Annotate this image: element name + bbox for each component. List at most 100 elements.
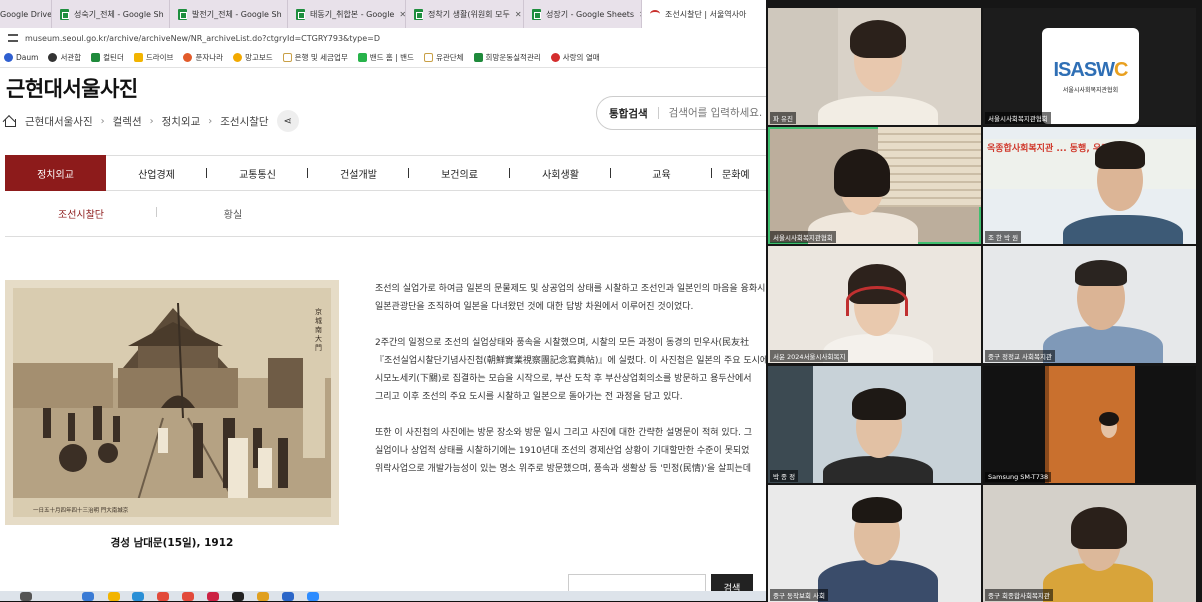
bookmark-label: 은행 및 세금업무 xyxy=(294,53,348,62)
tab-label: 조선시찰단 | 서울역사아 xyxy=(665,9,747,19)
video-tile[interactable]: 옥종합사회복지관 ... 동행, 우리 조 한 박 원 xyxy=(983,127,1196,244)
zoom-icon[interactable] xyxy=(307,592,319,601)
site-icon xyxy=(183,53,193,62)
nav-item-construction[interactable]: 건설개발 xyxy=(308,155,409,191)
folder-icon xyxy=(423,53,433,62)
participant-name: 조 한 박 원 xyxy=(985,231,1022,243)
home-icon[interactable] xyxy=(4,115,17,127)
band-icon xyxy=(357,53,367,62)
sheets-icon xyxy=(296,8,305,20)
tab-sheet[interactable]: 성숙기_전체 - Google Sh ✕ xyxy=(52,0,170,28)
participant-name: 서울시사회복지관협회 xyxy=(985,112,1051,124)
taskbar-app-icon[interactable] xyxy=(257,592,269,601)
chevron-right-icon: › xyxy=(100,115,105,127)
bookmark-item[interactable]: 유관단체 xyxy=(423,52,464,63)
bookmark-item[interactable]: 드라이브 xyxy=(133,52,173,63)
tab-sheet[interactable]: 정착기 생활(위원회 모두 ✕ xyxy=(406,0,524,28)
search-input[interactable] xyxy=(668,107,766,119)
archive-photo[interactable]: 京城南大門 一日五十月四年四十三治明 門大南城京 xyxy=(5,280,339,525)
breadcrumb: 근현대서울사진 › 컬렉션 › 정치외교 › 조선시찰단 ⋖ xyxy=(4,110,299,132)
taskbar-app-icon[interactable] xyxy=(132,592,144,601)
close-icon[interactable]: ✕ xyxy=(515,10,522,19)
breadcrumb-item[interactable]: 컬렉션 xyxy=(113,114,142,129)
photo-image: 京城南大門 一日五十月四年四十三治明 門大南城京 xyxy=(13,288,331,517)
video-tile[interactable]: Samsung SM-T738 xyxy=(983,366,1196,483)
taskbar-app-icon[interactable] xyxy=(282,592,294,601)
bookmark-item[interactable]: 희망운동실적관리 xyxy=(473,52,541,63)
breadcrumb-item[interactable]: 정치외교 xyxy=(162,114,201,129)
video-tile[interactable]: 박 종 정 xyxy=(768,366,981,483)
tab-sheet[interactable]: 태동기_취합본 - Google ✕ xyxy=(288,0,406,28)
chevron-right-icon: › xyxy=(149,115,154,127)
video-tile[interactable]: 중구 정정교 사회복지관 xyxy=(983,246,1196,363)
tab-label: Google Drive xyxy=(0,9,52,19)
tab-sheet[interactable]: 성장기 - Google Sheets ✕ xyxy=(524,0,642,28)
subnav-item-imperial[interactable]: 황실 xyxy=(157,206,309,221)
participant-name: 파 유진 xyxy=(770,112,797,124)
taskbar-app-icon[interactable] xyxy=(108,592,120,601)
bookmark-item[interactable]: 밴드 홈 | 밴드 xyxy=(357,52,414,63)
tab-active[interactable]: 조선시찰단 | 서울역사아 xyxy=(642,0,766,28)
participant-name: 중구 정정교 사회복지관 xyxy=(985,350,1055,362)
video-tile-active-speaker[interactable]: 서울시사회복지관협회 xyxy=(768,127,981,244)
sheets-icon xyxy=(178,8,187,20)
sheets-icon xyxy=(532,8,541,20)
site-info-icon[interactable] xyxy=(8,34,18,42)
nav-item-transport[interactable]: 교통통신 xyxy=(207,155,308,191)
bookmark-item[interactable]: Daum xyxy=(4,53,38,62)
bookmark-label: Daum xyxy=(16,53,39,62)
page-title[interactable]: 근현대서울사진 xyxy=(6,73,138,103)
taskbar-app-icon[interactable] xyxy=(207,592,219,601)
bookmark-label: 푼자나라 xyxy=(195,53,224,62)
photo-side-text: 京城南大門 xyxy=(315,308,322,352)
nav-item-culture[interactable]: 문화예 xyxy=(712,155,762,191)
video-tile[interactable]: ISASWC 서울시사회복지관협회 서울시사회복지관협회 xyxy=(983,8,1196,125)
chevron-right-icon: › xyxy=(208,115,213,127)
article-line: 2주간의 일정으로 조선의 실업상태와 풍속을 시찰했으며, 시찰의 모든 과정… xyxy=(375,338,750,348)
search-label: 통합검색 xyxy=(609,107,648,120)
breadcrumb-item[interactable]: 근현대서울사진 xyxy=(25,114,93,129)
bookmark-label: 망고보드 xyxy=(245,53,273,62)
video-tile[interactable]: 중구 회종합사회복지관 xyxy=(983,485,1196,602)
url-text[interactable]: museum.seoul.go.kr/archive/archiveNew/NR… xyxy=(25,34,380,43)
taskbar-app-icon[interactable] xyxy=(232,592,244,601)
address-bar[interactable]: museum.seoul.go.kr/archive/archiveNew/NR… xyxy=(0,28,766,48)
participant-name: 박 종 정 xyxy=(770,470,799,482)
taskbar-app-icon[interactable] xyxy=(82,592,94,601)
article-line: 일본관광단을 조직하여 일본을 다녀왔던 것에 대한 답방 차원에서 이루어진 … xyxy=(375,302,694,312)
close-icon[interactable]: ✕ xyxy=(399,10,405,19)
search-box[interactable]: 통합검색 xyxy=(596,96,766,130)
seoul-museum-icon xyxy=(650,10,660,18)
video-tile[interactable]: 중구 동작보회 사회 xyxy=(768,485,981,602)
tab-sheet[interactable]: 발전기_전체 - Google Sh ✕ xyxy=(170,0,288,28)
bookmark-item[interactable]: 은행 및 세금업무 xyxy=(282,52,348,63)
browser-window: Google Drive 성숙기_전체 - Google Sh ✕ 발전기_전체… xyxy=(0,0,766,601)
video-tile[interactable]: 서윤 2024서울시사회복지 xyxy=(768,246,981,363)
participant-name: 중구 동작보회 사회 xyxy=(770,589,828,601)
tab-label: 성숙기_전체 - Google Sh xyxy=(74,9,164,19)
tab-google-drive[interactable]: Google Drive xyxy=(0,0,52,28)
chrome-icon[interactable] xyxy=(182,592,194,601)
nav-item-education[interactable]: 교육 xyxy=(611,155,712,191)
share-icon[interactable]: ⋖ xyxy=(276,110,299,132)
video-tile[interactable]: 파 유진 xyxy=(768,8,981,125)
bookmark-item[interactable]: 사랑의 열매 xyxy=(550,52,600,63)
bookmark-item[interactable]: 서관합 xyxy=(48,52,81,63)
bookmark-item[interactable]: 푼자나라 xyxy=(183,52,223,63)
nav-item-politics[interactable]: 정치외교 xyxy=(5,155,106,191)
sheets-icon xyxy=(91,53,101,62)
nav-item-industry[interactable]: 산업경제 xyxy=(106,155,207,191)
bookmark-label: 희망운동실적관리 xyxy=(485,53,541,62)
breadcrumb-item[interactable]: 조선시찰단 xyxy=(220,114,268,129)
bookmark-item[interactable]: 컬틴더 xyxy=(91,52,124,63)
bookmark-label: 컬틴더 xyxy=(103,53,124,62)
tab-bar: Google Drive 성숙기_전체 - Google Sh ✕ 발전기_전체… xyxy=(0,0,766,28)
bookmarks-bar: Daum 서관합 컬틴더 드라이브 푼자나라 망고보드 은행 및 세금업무 밴드… xyxy=(0,48,766,68)
fruit-icon xyxy=(550,53,560,62)
taskbar-app-icon[interactable] xyxy=(20,592,32,601)
chrome-icon[interactable] xyxy=(157,592,169,601)
bookmark-item[interactable]: 망고보드 xyxy=(233,52,273,63)
subnav-item-inspection[interactable]: 조선시찰단 xyxy=(5,206,157,221)
nav-item-social[interactable]: 사회생활 xyxy=(510,155,611,191)
nav-item-health[interactable]: 보건의료 xyxy=(409,155,510,191)
